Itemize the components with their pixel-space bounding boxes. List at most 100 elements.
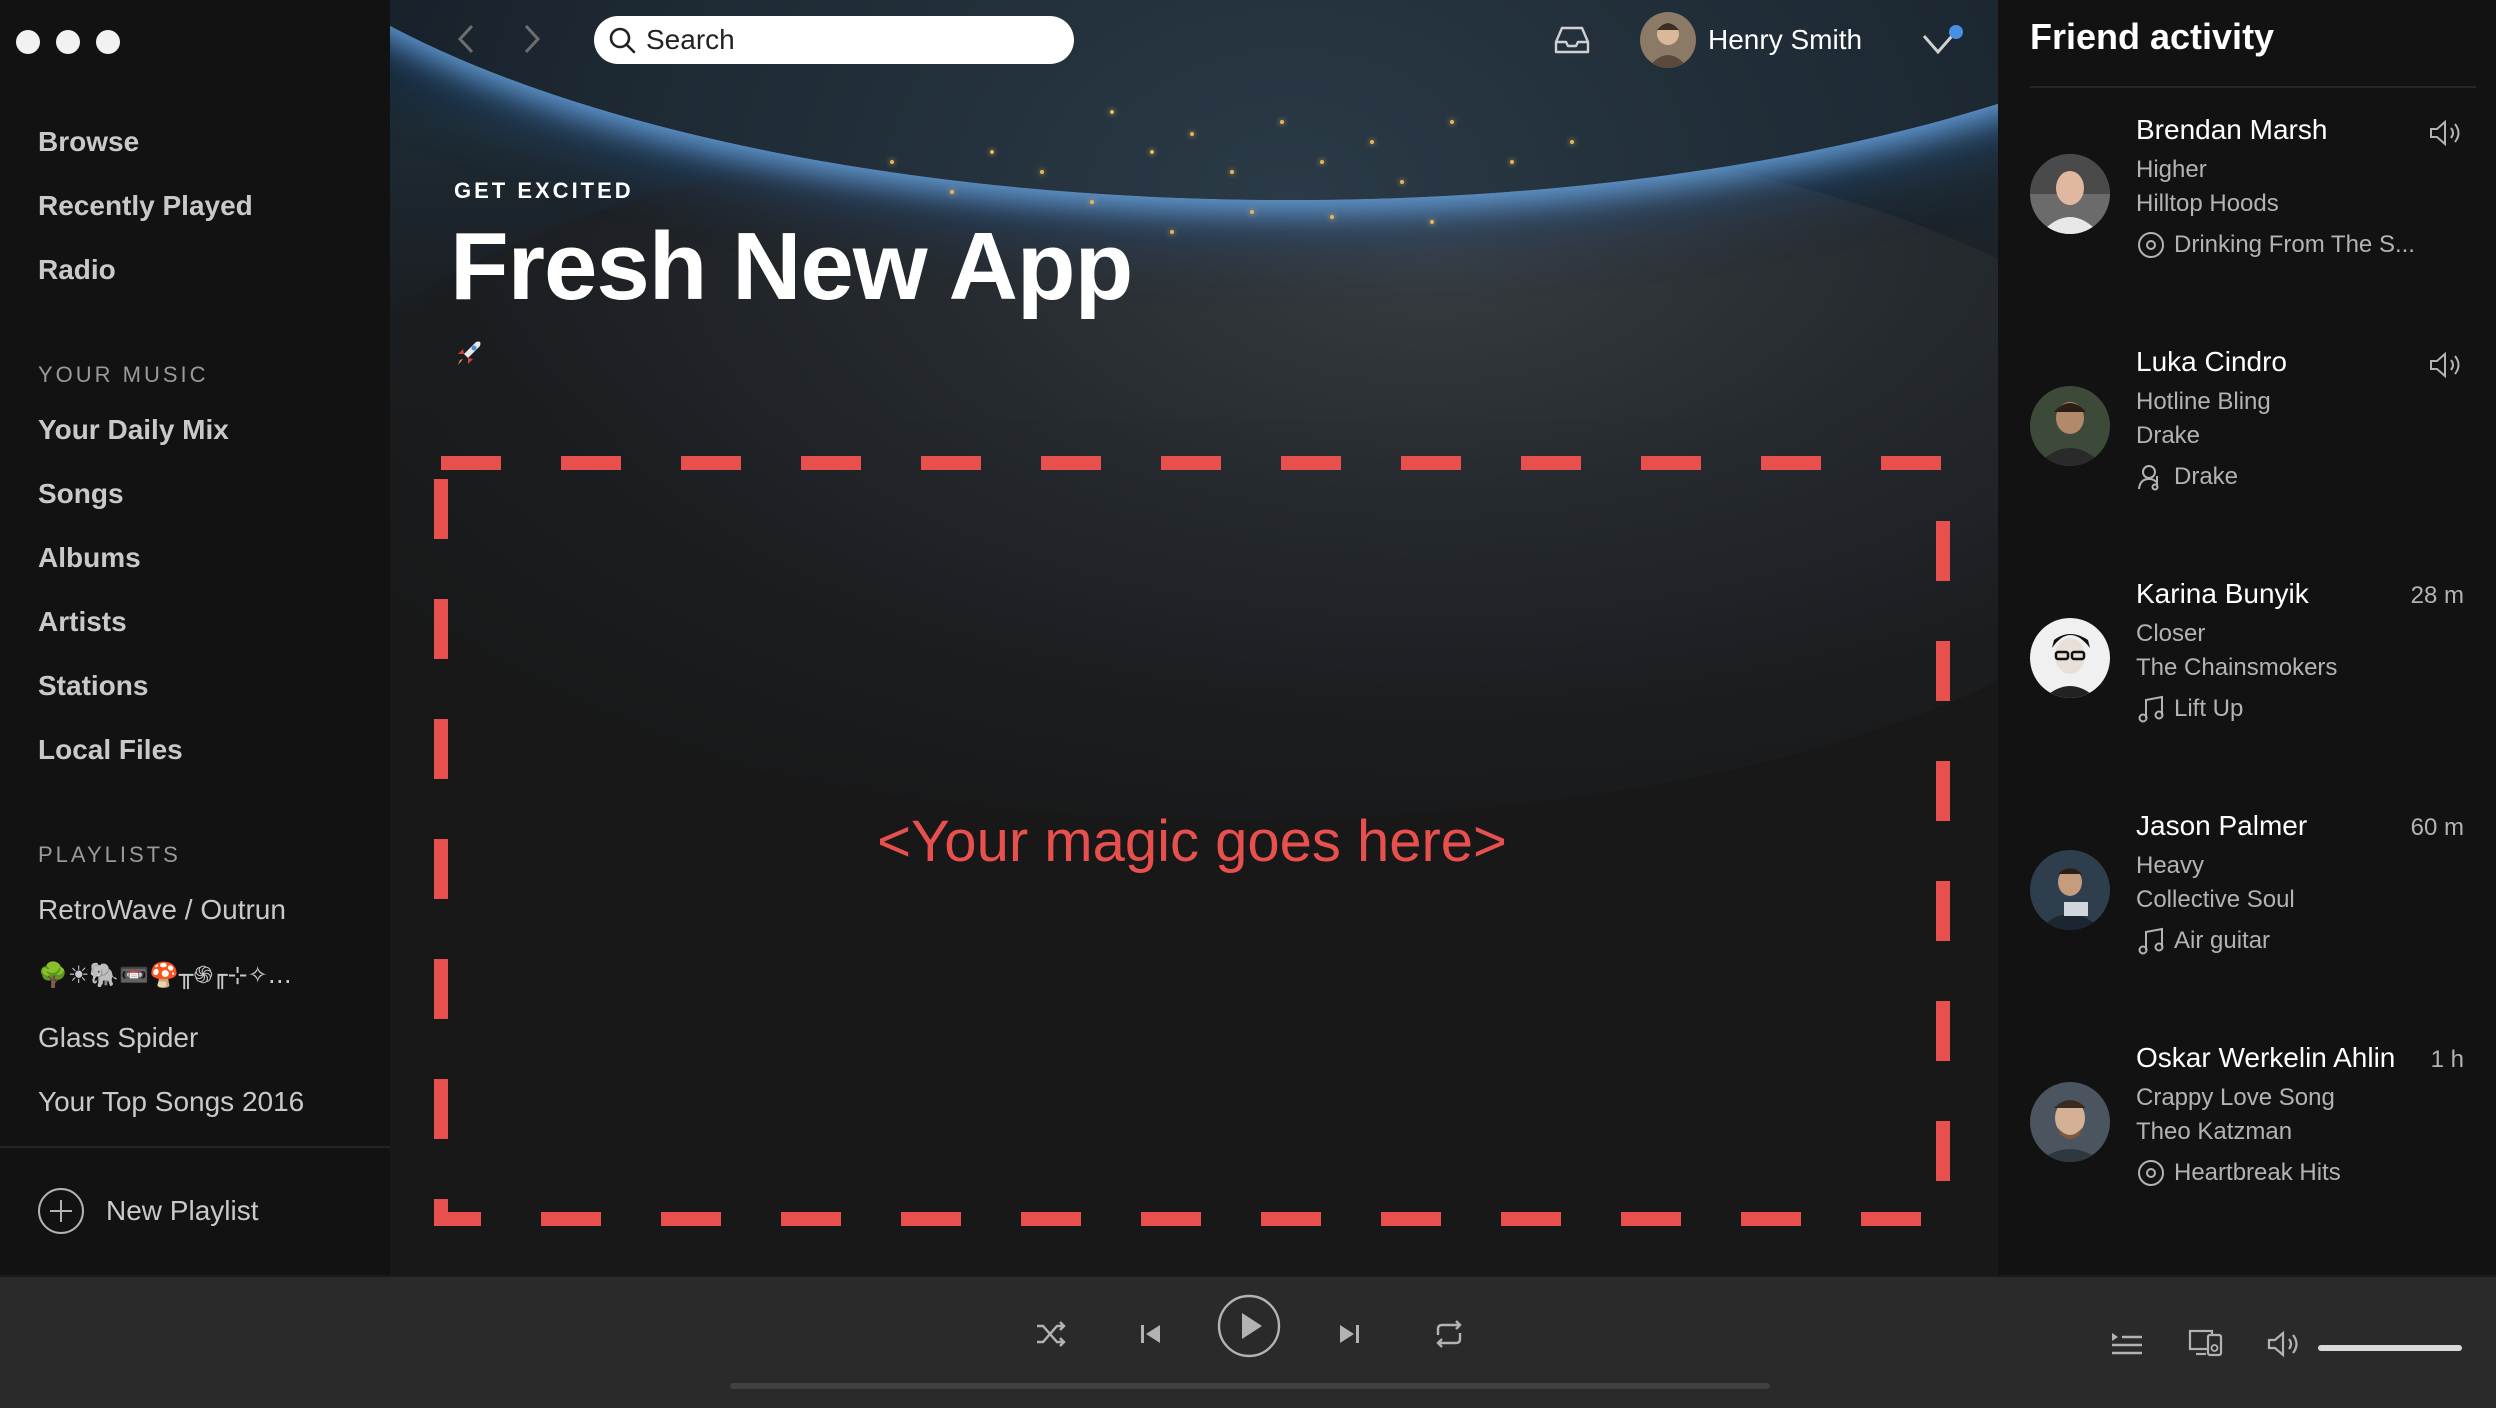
- sidebar-item-recently-played[interactable]: Recently Played: [38, 190, 253, 222]
- sidebar-item-browse[interactable]: Browse: [38, 126, 139, 158]
- back-button[interactable]: [450, 22, 484, 56]
- main-content: Henry Smith GET EXCITED Fresh New App <Y…: [390, 0, 1998, 1275]
- user-menu[interactable]: Henry Smith: [1640, 12, 1862, 68]
- city-light: [1230, 170, 1234, 174]
- search-box[interactable]: [594, 16, 1074, 64]
- friend-item[interactable]: Brendan Marsh Higher Hilltop Hoods Drink…: [1998, 114, 2496, 314]
- play-icon: [1217, 1294, 1281, 1358]
- friend-artist[interactable]: Drake: [2136, 422, 2200, 450]
- search-input[interactable]: [646, 24, 1046, 56]
- friend-name[interactable]: Oskar Werkelin Ahlin: [2136, 1042, 2395, 1074]
- friend-song[interactable]: Crappy Love Song: [2136, 1084, 2335, 1112]
- close-window-button[interactable]: [16, 30, 40, 54]
- friend-item[interactable]: Jason Palmer 60 m Heavy Collective Soul …: [1998, 810, 2496, 1010]
- speaker-icon: [2430, 351, 2460, 379]
- friend-artist[interactable]: The Chainsmokers: [2136, 654, 2337, 682]
- friend-context[interactable]: Drake: [2136, 462, 2238, 492]
- playlist-item[interactable]: Your Top Songs 2016: [38, 1086, 304, 1118]
- friend-time: 60 m: [2410, 814, 2464, 841]
- playlist-item[interactable]: 🌳☀🐘📼🍄╥֍╓⊹✧…: [38, 958, 292, 991]
- friend-time: 1 h: [2430, 1046, 2464, 1073]
- window-controls: [16, 30, 120, 54]
- playlist-icon: [2138, 695, 2164, 723]
- forward-button[interactable]: [514, 22, 548, 56]
- friend-context-label: Air guitar: [2174, 927, 2271, 954]
- friend-context-label: Heartbreak Hits: [2174, 1159, 2341, 1186]
- speaker-icon: [2430, 119, 2460, 147]
- friend-context[interactable]: Heartbreak Hits: [2136, 1158, 2341, 1188]
- devices-button[interactable]: [2188, 1327, 2224, 1364]
- devices-icon: [2188, 1329, 2223, 1357]
- sidebar-divider: [0, 1146, 390, 1148]
- city-light: [1400, 180, 1404, 184]
- minimize-window-button[interactable]: [56, 30, 80, 54]
- sidebar-item-daily-mix[interactable]: Your Daily Mix: [38, 414, 229, 446]
- friend-avatar: [2030, 850, 2110, 930]
- friend-context[interactable]: Air guitar: [2136, 926, 2270, 956]
- volume-button[interactable]: [2266, 1329, 2302, 1364]
- queue-button[interactable]: [2110, 1329, 2144, 1364]
- playback-progress-bar[interactable]: [730, 1383, 1770, 1389]
- city-light: [1170, 230, 1174, 234]
- volume-slider[interactable]: [2318, 1345, 2462, 1351]
- page-title: Fresh New App: [450, 213, 1133, 320]
- friend-context-label: Lift Up: [2174, 695, 2244, 722]
- plus-circle-icon: [38, 1188, 84, 1234]
- zoom-window-button[interactable]: [96, 30, 120, 54]
- friend-name[interactable]: Luka Cindro: [2136, 346, 2287, 378]
- city-light: [1110, 110, 1114, 114]
- friend-activity-divider: [2030, 86, 2476, 88]
- friend-item[interactable]: Luka Cindro Hotline Bling Drake Drake: [1998, 346, 2496, 546]
- top-navigation: Henry Smith: [390, 0, 1998, 80]
- next-button[interactable]: [1332, 1317, 1366, 1356]
- friend-context[interactable]: Lift Up: [2136, 694, 2243, 724]
- friend-context[interactable]: Drinking From The S...: [2136, 230, 2415, 260]
- sidebar-item-albums[interactable]: Albums: [38, 542, 141, 574]
- friend-song[interactable]: Higher: [2136, 156, 2207, 184]
- previous-button[interactable]: [1134, 1317, 1168, 1356]
- sidebar-item-stations[interactable]: Stations: [38, 670, 148, 702]
- user-name: Henry Smith: [1708, 24, 1863, 55]
- friend-artist[interactable]: Hilltop Hoods: [2136, 190, 2279, 218]
- rocket-icon: [458, 341, 481, 365]
- city-light: [1370, 140, 1374, 144]
- avatar: [1640, 12, 1696, 68]
- play-button[interactable]: [1216, 1293, 1282, 1364]
- inbox-button[interactable]: [1552, 24, 1592, 56]
- friend-name[interactable]: Jason Palmer: [2136, 810, 2307, 842]
- city-light: [1450, 120, 1454, 124]
- new-playlist-button[interactable]: New Playlist: [38, 1188, 258, 1234]
- friend-avatar: [2030, 1082, 2110, 1162]
- city-light: [1040, 170, 1044, 174]
- sidebar-item-artists[interactable]: Artists: [38, 606, 127, 638]
- friend-avatar: [2030, 154, 2110, 234]
- friend-song[interactable]: Heavy: [2136, 852, 2204, 880]
- sidebar-item-local-files[interactable]: Local Files: [38, 734, 183, 766]
- friend-name[interactable]: Brendan Marsh: [2136, 114, 2327, 146]
- friend-name[interactable]: Karina Bunyik: [2136, 578, 2309, 610]
- friend-artist[interactable]: Theo Katzman: [2136, 1118, 2292, 1146]
- friend-item[interactable]: Karina Bunyik 28 m Closer The Chainsmoke…: [1998, 578, 2496, 778]
- friend-song[interactable]: Hotline Bling: [2136, 388, 2271, 416]
- friend-item[interactable]: Oskar Werkelin Ahlin 1 h Crappy Love Son…: [1998, 1042, 2496, 1242]
- playlist-item[interactable]: RetroWave / Outrun: [38, 894, 286, 926]
- repeat-button[interactable]: [1432, 1317, 1466, 1356]
- city-light: [1090, 200, 1094, 204]
- city-light: [1250, 210, 1254, 214]
- chevron-left-icon: [457, 24, 474, 54]
- friend-song[interactable]: Closer: [2136, 620, 2205, 648]
- city-light: [950, 190, 954, 194]
- friend-activity-title: Friend activity: [2030, 16, 2275, 57]
- sidebar-item-songs[interactable]: Songs: [38, 478, 124, 510]
- friend-artist[interactable]: Collective Soul: [2136, 886, 2295, 914]
- player-bar: [0, 1275, 2496, 1408]
- search-icon: [609, 27, 636, 54]
- left-sidebar: Browse Recently Played Radio YOUR MUSIC …: [0, 0, 390, 1275]
- shuffle-button[interactable]: [1034, 1317, 1068, 1356]
- hero-subtitle: GET EXCITED: [454, 178, 634, 203]
- sidebar-item-radio[interactable]: Radio: [38, 254, 116, 286]
- user-dropdown-button[interactable]: [1920, 22, 1966, 62]
- playlist-item[interactable]: Glass Spider: [38, 1022, 198, 1054]
- shuffle-icon: [1037, 1321, 1066, 1347]
- app-window: Browse Recently Played Radio YOUR MUSIC …: [0, 0, 2496, 1408]
